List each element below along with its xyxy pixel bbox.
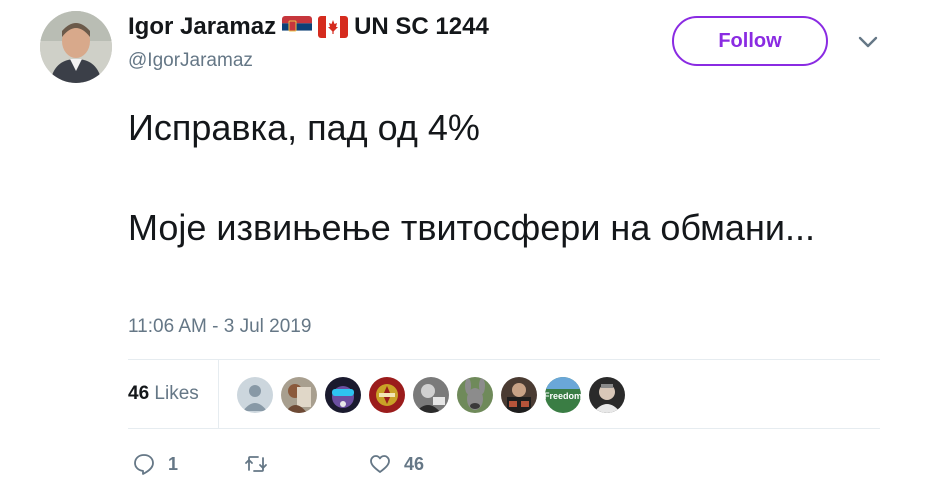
heart-icon (370, 455, 390, 473)
chevron-down-icon[interactable] (857, 34, 879, 50)
tweet-text-line-2: Моје извињење твитосфери на обмани... (128, 207, 815, 248)
favoriters-list: Freedom (237, 377, 625, 413)
follow-button[interactable]: Follow (672, 16, 828, 66)
favoriter-avatar-2[interactable] (281, 377, 317, 413)
favoriter-avatar-freedom[interactable]: Freedom (545, 377, 581, 413)
reply-icon (134, 454, 154, 475)
likes-number: 46 (128, 383, 150, 404)
user-name-suffix: UN SC 1244 (354, 13, 489, 40)
favoriter-avatar-9[interactable] (589, 377, 625, 413)
favoriter-avatar-6[interactable] (457, 377, 493, 413)
tweet-text: Исправка, пад од 4% Моје извињење твитос… (128, 103, 848, 253)
favoriter-avatar-3[interactable] (325, 377, 361, 413)
favoriter-avatar-4[interactable] (369, 377, 405, 413)
likes-label: Likes (154, 383, 199, 404)
profile-avatar[interactable] (40, 11, 112, 83)
reply-button[interactable]: 1 (132, 452, 244, 476)
favoriter-avatar-7[interactable] (501, 377, 537, 413)
divider-vertical (218, 360, 219, 428)
divider-bottom (128, 428, 880, 429)
tweet-text-line-1: Исправка, пад од 4% (128, 107, 480, 148)
retweet-icon (245, 456, 267, 472)
tweet-actions: 1 46 (132, 452, 424, 476)
retweet-button[interactable] (244, 452, 368, 476)
divider-top (128, 359, 880, 360)
user-display-name[interactable]: Igor Jaramaz (128, 13, 276, 41)
serbia-flag-icon (282, 16, 313, 38)
favoriter-avatar-default[interactable] (237, 377, 273, 413)
user-handle[interactable]: @IgorJaramaz (128, 50, 253, 72)
favoriter-avatar-5[interactable] (413, 377, 449, 413)
tweet-timestamp[interactable]: 11:06 AM - 3 Jul 2019 (128, 316, 311, 338)
freedom-badge-text: Freedom (545, 391, 581, 401)
likes-count[interactable]: 46 Likes (128, 383, 199, 405)
like-button[interactable]: 46 (368, 452, 424, 476)
canada-flag-icon (318, 16, 349, 38)
like-count: 46 (404, 453, 425, 474)
reply-count: 1 (168, 453, 179, 474)
